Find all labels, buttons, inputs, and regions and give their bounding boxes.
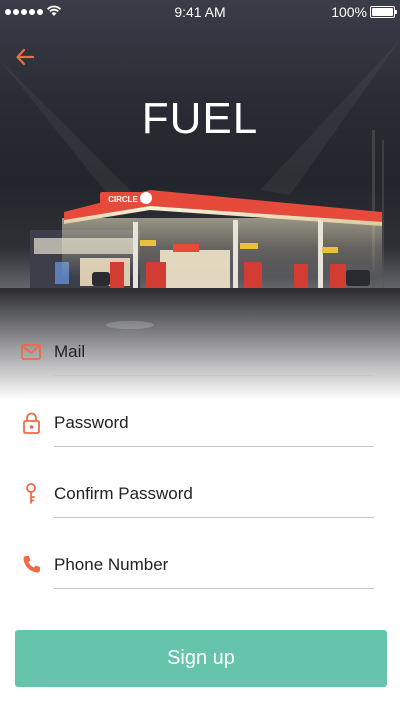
battery-percentage: 100% [331, 4, 367, 20]
key-icon [26, 483, 36, 504]
battery-icon [370, 6, 397, 18]
confirm-password-field[interactable] [0, 472, 400, 522]
confirm-password-underline [54, 517, 374, 518]
mail-underline [54, 375, 374, 376]
mail-icon [21, 344, 41, 360]
phone-field[interactable] [0, 543, 400, 593]
password-input[interactable] [54, 405, 374, 441]
password-underline [54, 446, 374, 447]
mail-field[interactable] [0, 330, 400, 380]
status-bar: 9:41 AM 100% [0, 0, 400, 24]
phone-icon [23, 556, 40, 573]
password-field[interactable] [0, 401, 400, 451]
lock-icon [23, 412, 40, 434]
phone-underline [54, 588, 374, 589]
confirm-password-input[interactable] [54, 476, 374, 512]
mail-input[interactable] [54, 334, 374, 370]
sign-up-button[interactable]: Sign up [15, 630, 387, 687]
app-title: FUEL [141, 94, 259, 143]
phone-input[interactable] [54, 547, 374, 583]
arrow-left-icon[interactable] [14, 46, 36, 68]
